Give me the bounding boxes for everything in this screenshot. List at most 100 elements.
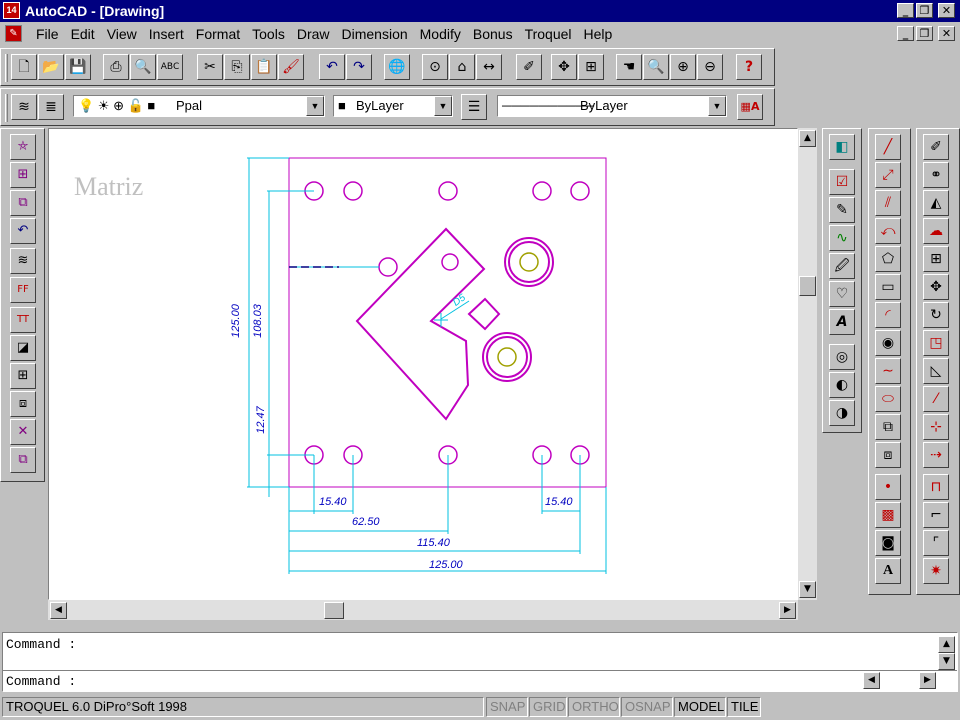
- brush-tool-icon[interactable]: 🖉: [829, 253, 855, 279]
- menu-troquel[interactable]: Troquel: [519, 26, 578, 42]
- layer-combo[interactable]: 💡 ☀ ⊕ 🔓 ■ Ppal ▼: [73, 95, 325, 117]
- zoom-window-icon[interactable]: ⊕: [670, 54, 696, 80]
- troquel-tool-10-icon[interactable]: ⧈: [10, 391, 36, 417]
- browser-icon[interactable]: 🌐: [384, 54, 410, 80]
- polyline-icon[interactable]: ⤺: [875, 218, 901, 244]
- insert-block-icon[interactable]: ⧉: [875, 414, 901, 440]
- doc-close-button[interactable]: ✕: [938, 26, 955, 41]
- circle-tool-c-icon[interactable]: ◑: [829, 400, 855, 426]
- preview-icon[interactable]: 🔍: [130, 54, 156, 80]
- troquel-tool-2-icon[interactable]: ⊞: [10, 162, 36, 188]
- rectangle-icon[interactable]: ▭: [875, 274, 901, 300]
- trim-icon[interactable]: ⊹: [923, 414, 949, 440]
- spell-icon[interactable]: ABC: [157, 54, 183, 80]
- circle-tool-a-icon[interactable]: ◎: [829, 344, 855, 370]
- redraw-icon[interactable]: ✐: [516, 54, 542, 80]
- stretch-icon[interactable]: ◺: [923, 358, 949, 384]
- extend-icon[interactable]: ⇢: [923, 442, 949, 468]
- undo-icon[interactable]: ↶: [319, 54, 345, 80]
- multiline-icon[interactable]: ⫽: [875, 190, 901, 216]
- command-window[interactable]: Command : ▲ ▼ Command : ◀ ▶: [2, 632, 958, 692]
- chamfer-icon[interactable]: ⌐: [923, 502, 949, 528]
- color-dropdown-icon[interactable]: ▼: [434, 96, 452, 116]
- make-block-icon[interactable]: ⧈: [875, 442, 901, 468]
- layers-icon[interactable]: ≋: [11, 94, 37, 120]
- circle-tool-b-icon[interactable]: ◐: [829, 372, 855, 398]
- arc-icon[interactable]: ◜: [875, 302, 901, 328]
- rotate-icon[interactable]: ↻: [923, 302, 949, 328]
- vertical-scrollbar[interactable]: ▲ ▼: [798, 128, 817, 600]
- menu-insert[interactable]: Insert: [143, 26, 190, 42]
- troquel-tool-12-icon[interactable]: ⧉: [10, 447, 36, 473]
- layer-dropdown-icon[interactable]: ▼: [306, 96, 324, 116]
- vertical-scroll-thumb[interactable]: [799, 276, 816, 296]
- aerial-view-icon[interactable]: ⊞: [578, 54, 604, 80]
- mirror-icon[interactable]: ◭: [923, 190, 949, 216]
- menu-tools[interactable]: Tools: [246, 26, 291, 42]
- distance-icon[interactable]: ↔: [476, 54, 502, 80]
- troquel-undo-icon[interactable]: ↶: [10, 218, 36, 244]
- maximize-button[interactable]: ❐: [916, 3, 933, 18]
- linetype-dropdown-icon[interactable]: ▼: [708, 96, 726, 116]
- command-scroll-up-icon[interactable]: ▲: [938, 636, 955, 653]
- properties-icon[interactable]: ▦A: [737, 94, 763, 120]
- pan-realtime-icon[interactable]: ☚: [616, 54, 642, 80]
- ellipse-icon[interactable]: ⬭: [875, 386, 901, 412]
- snap-toggle[interactable]: SNAP: [486, 697, 528, 717]
- scroll-down-icon[interactable]: ▼: [799, 581, 816, 598]
- array-icon[interactable]: ⊞: [923, 246, 949, 272]
- doc-minimize-button[interactable]: _: [897, 26, 914, 41]
- layer-tool-icon[interactable]: ◧: [829, 134, 855, 160]
- pencil-tool-icon[interactable]: ✎: [829, 197, 855, 223]
- troquel-tool-8-icon[interactable]: ◪: [10, 335, 36, 361]
- region-icon[interactable]: ◙: [875, 530, 901, 556]
- command-scroll-right-icon[interactable]: ▶: [919, 672, 936, 689]
- menu-edit[interactable]: Edit: [65, 26, 101, 42]
- line-icon[interactable]: ╱: [875, 134, 901, 160]
- paste-icon[interactable]: 📋: [251, 54, 277, 80]
- move-icon[interactable]: ✥: [923, 274, 949, 300]
- command-scroll-left-icon[interactable]: ◀: [863, 672, 880, 689]
- construction-line-icon[interactable]: ⤢: [875, 162, 901, 188]
- tile-toggle[interactable]: TILE: [727, 697, 761, 717]
- zoom-realtime-icon[interactable]: 🔍: [643, 54, 669, 80]
- troquel-layers-icon[interactable]: ≋: [10, 248, 36, 274]
- spline-tool-icon[interactable]: ∿: [829, 225, 855, 251]
- horizontal-scroll-thumb[interactable]: [324, 602, 344, 619]
- save-icon[interactable]: 💾: [65, 54, 91, 80]
- troquel-tool-3-icon[interactable]: ⧉: [10, 190, 36, 216]
- fillet-icon[interactable]: ⌜: [923, 530, 949, 556]
- command-prompt[interactable]: Command :: [6, 674, 76, 689]
- erase-icon[interactable]: ✐: [923, 134, 949, 160]
- autocad-app-icon[interactable]: 14: [3, 2, 20, 19]
- color-combo[interactable]: ■ ByLayer ▼: [333, 95, 453, 117]
- scroll-right-icon[interactable]: ▶: [779, 602, 796, 619]
- ucs-icon[interactable]: ⌂: [449, 54, 475, 80]
- menu-modify[interactable]: Modify: [414, 26, 467, 42]
- minimize-button[interactable]: _: [897, 3, 914, 18]
- edit-tool-icon[interactable]: ☑: [829, 169, 855, 195]
- scroll-left-icon[interactable]: ◀: [50, 602, 67, 619]
- menu-bonus[interactable]: Bonus: [467, 26, 519, 42]
- zoom-previous-icon[interactable]: ⊖: [697, 54, 723, 80]
- linetype-icon[interactable]: ☰: [461, 94, 487, 120]
- troquel-tt-icon[interactable]: TT: [10, 307, 36, 333]
- menu-draw[interactable]: Draw: [291, 26, 336, 42]
- make-layer-current-icon[interactable]: ≣: [38, 94, 64, 120]
- menu-help[interactable]: Help: [578, 26, 619, 42]
- redo-icon[interactable]: ↷: [346, 54, 372, 80]
- cut-icon[interactable]: ✂: [197, 54, 223, 80]
- linetype-combo[interactable]: ────────── ByLayer ▼: [497, 95, 727, 117]
- document-icon[interactable]: ✎: [5, 25, 22, 42]
- troquel-tool-11-icon[interactable]: ✕: [10, 419, 36, 445]
- menu-view[interactable]: View: [101, 26, 143, 42]
- doc-restore-button[interactable]: ❐: [916, 26, 933, 41]
- horizontal-scrollbar[interactable]: ◀ ▶: [48, 600, 798, 620]
- drawing-canvas[interactable]: Matriz 15.40 15.40 62.50 115.40 125.00 1…: [48, 128, 798, 600]
- multiline-text-icon[interactable]: A: [875, 558, 901, 584]
- print-icon[interactable]: ⎙: [103, 54, 129, 80]
- hatch-icon[interactable]: ▩: [875, 502, 901, 528]
- ortho-toggle[interactable]: ORTHO: [568, 697, 620, 717]
- offset-icon[interactable]: ☁: [923, 218, 949, 244]
- help-icon[interactable]: ?: [736, 54, 762, 80]
